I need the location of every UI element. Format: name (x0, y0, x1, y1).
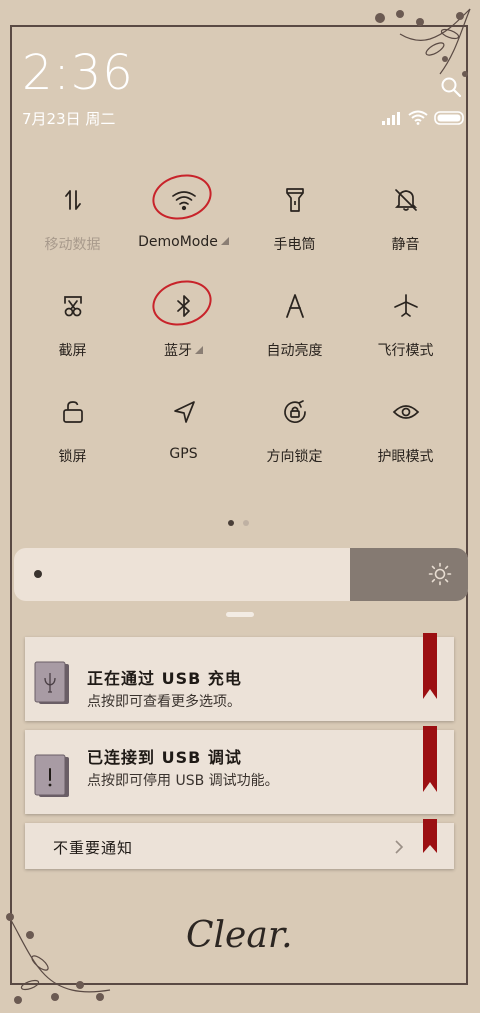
search-icon[interactable] (440, 76, 462, 98)
bookmark-ribbon (423, 819, 437, 853)
page-dot-active (228, 520, 234, 526)
page-dot (243, 520, 249, 526)
clock[interactable]: 2:36 (22, 45, 134, 101)
tile-demomode[interactable]: DemoMode (128, 168, 239, 254)
tile-label: 锁屏 (58, 449, 87, 465)
tile-flashlight[interactable]: 手电筒 (239, 180, 350, 254)
minor-notifications-label: 不重要通知 (53, 839, 134, 857)
tile-label: GPS (169, 446, 198, 462)
tile-label: 截屏 (58, 343, 87, 359)
screenshot-icon (53, 286, 93, 326)
rotation-lock-icon (275, 392, 315, 432)
tile-bluetooth[interactable]: 蓝牙 (128, 274, 239, 360)
wifi-status-icon (408, 110, 428, 125)
date[interactable]: 7月23日 周二 (22, 108, 115, 129)
tile-label: 移动数据 (44, 237, 101, 253)
sun-icon (428, 562, 452, 586)
tile-label: 飞行模式 (377, 343, 434, 359)
notification-title: 正在通过 USB 充电 (87, 669, 242, 688)
tile-mobile-data[interactable]: 移动数据 (17, 180, 128, 254)
tile-label: 自动亮度 (266, 343, 323, 359)
tile-auto-brightness[interactable]: 自动亮度 (239, 286, 350, 360)
tile-label: 方向锁定 (266, 449, 323, 465)
minor-notifications-row[interactable]: 不重要通知 (25, 819, 454, 869)
auto-brightness-icon (275, 286, 315, 326)
airplane-icon (386, 286, 426, 326)
eye-icon (386, 392, 426, 432)
tile-gps[interactable]: GPS (128, 392, 239, 466)
notification-usb-debug[interactable]: 已连接到 USB 调试 点按即可停用 USB 调试功能。 (25, 726, 454, 814)
notification-subtitle: 点按即可停用 USB 调试功能。 (87, 773, 279, 789)
tile-eye-protection[interactable]: 护眼模式 (350, 392, 461, 466)
signal-icon (382, 111, 400, 125)
tile-screenshot[interactable]: 截屏 (17, 286, 128, 360)
bluetooth-icon (147, 274, 216, 332)
tile-label: 护眼模式 (377, 449, 434, 465)
debug-warning-icon (34, 754, 69, 797)
chevron-right-icon (395, 840, 404, 854)
tile-label: DemoMode (138, 234, 229, 250)
tile-airplane[interactable]: 飞行模式 (350, 286, 461, 360)
tile-mute[interactable]: 静音 (350, 180, 461, 254)
notification-subtitle: 点按即可查看更多选项。 (87, 694, 241, 710)
wifi-icon (147, 168, 216, 226)
red-circle-annotation (147, 274, 216, 332)
mute-icon (386, 180, 426, 220)
brightness-slider[interactable] (14, 548, 468, 601)
drag-handle[interactable] (226, 612, 254, 617)
bookmark-ribbon (423, 726, 437, 792)
floral-ornament-bottom-left (6, 913, 111, 1004)
notification-usb-charging[interactable]: 正在通过 USB 充电 点按即可查看更多选项。 (25, 633, 454, 721)
tile-label: 手电筒 (273, 237, 316, 253)
quick-settings-grid: 移动数据 DemoMode 手电筒 静音 截屏 蓝牙 自动亮度 飞行模式 锁屏 … (17, 168, 463, 466)
usb-charging-icon (34, 661, 69, 704)
battery-icon (434, 110, 464, 125)
page-indicator[interactable] (228, 520, 249, 526)
tile-label: 静音 (391, 237, 420, 253)
lock-icon (53, 392, 93, 432)
clear-all-button[interactable]: Clear. (186, 915, 293, 956)
status-icons (382, 110, 466, 125)
tile-lock-screen[interactable]: 锁屏 (17, 392, 128, 466)
tile-label: 蓝牙 (164, 340, 203, 360)
notification-title: 已连接到 USB 调试 (87, 748, 242, 767)
flashlight-icon (275, 180, 315, 220)
bookmark-ribbon (423, 633, 437, 699)
tile-rotation-lock[interactable]: 方向锁定 (239, 392, 350, 466)
brightness-min-dot (34, 570, 42, 578)
mobile-data-icon (53, 180, 93, 220)
gps-icon (164, 392, 204, 432)
